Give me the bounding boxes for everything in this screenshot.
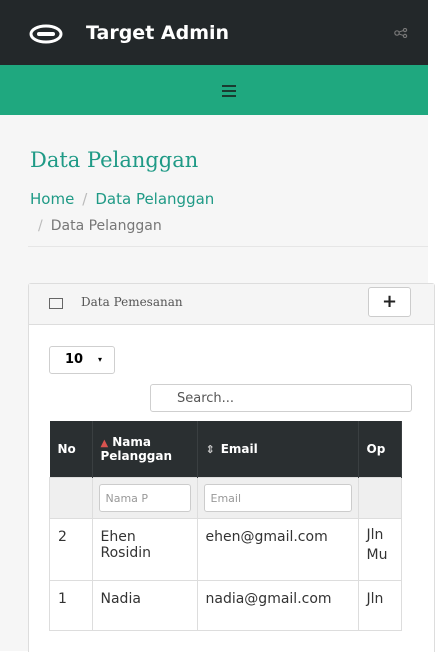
hamburger-icon[interactable] xyxy=(222,85,236,100)
filter-email-input[interactable]: Email xyxy=(203,484,352,512)
breadcrumb-data-pelanggan[interactable]: Data Pelanggan xyxy=(95,190,214,208)
add-button[interactable]: + xyxy=(368,287,411,317)
col-email-label: Email xyxy=(220,442,258,456)
chevron-down-icon: ▾ xyxy=(98,355,103,364)
app-title[interactable]: Target Admin xyxy=(86,20,229,46)
cell-alamat: Jln xyxy=(357,580,402,631)
search-input[interactable]: Search... xyxy=(150,384,412,412)
sort-icon: ⇕ xyxy=(205,443,215,456)
table-row: 1 Nadia nadia@gmail.com Jln xyxy=(49,580,402,631)
share-icon[interactable] xyxy=(394,28,408,38)
page-title: Data Pelanggan xyxy=(30,148,199,172)
breadcrumb-separator: / xyxy=(38,218,43,234)
breadcrumb: Home / Data Pelanggan xyxy=(30,189,214,209)
cell-alamat: Jln Mu xyxy=(357,518,402,581)
orders-panel: Data Pemesanan + 10 ▾ Search... No ▲ Nama… xyxy=(28,283,435,652)
breadcrumb-current-label: Data Pelanggan xyxy=(50,218,162,234)
col-email[interactable]: ⇕ Email xyxy=(197,421,359,478)
filter-nama-input[interactable]: Nama P xyxy=(98,484,191,512)
cell-no: 1 xyxy=(49,580,93,631)
cell-no: 2 xyxy=(49,518,93,581)
breadcrumb-current: / Data Pelanggan xyxy=(38,216,162,236)
col-nama-pelanggan[interactable]: ▲ Nama Pelanggan xyxy=(92,421,198,478)
page-length-select[interactable]: 10 ▾ xyxy=(49,346,115,374)
panel-title: Data Pemesanan xyxy=(81,295,183,309)
table-row: 2 Ehen Rosidin ehen@gmail.com Jln Mu xyxy=(49,518,402,581)
table-icon xyxy=(49,298,63,309)
col-no[interactable]: No xyxy=(49,421,93,478)
table-header-row: No ▲ Nama Pelanggan ⇕ Email Op xyxy=(49,421,402,478)
eye-logo-icon[interactable] xyxy=(29,24,63,44)
breadcrumb-separator: / xyxy=(82,190,88,208)
cell-email: nadia@gmail.com xyxy=(196,580,359,631)
divider xyxy=(28,246,428,247)
col-nama-label: Nama Pelanggan xyxy=(100,435,173,463)
filter-row: Nama P Email xyxy=(49,477,402,519)
cell-nama: Ehen Rosidin xyxy=(91,518,198,581)
menu-bar xyxy=(0,65,428,115)
breadcrumb-home[interactable]: Home xyxy=(30,190,74,208)
col-op[interactable]: Op xyxy=(358,421,402,478)
sort-asc-icon: ▲ xyxy=(100,438,109,449)
customers-table: No ▲ Nama Pelanggan ⇕ Email Op Nama P Emai… xyxy=(49,421,402,631)
page-length-value: 10 xyxy=(65,352,84,367)
cell-email: ehen@gmail.com xyxy=(196,518,359,581)
top-navbar: Target Admin xyxy=(0,0,428,65)
panel-header: Data Pemesanan + xyxy=(29,284,434,325)
cell-nama: Nadia xyxy=(91,580,198,631)
